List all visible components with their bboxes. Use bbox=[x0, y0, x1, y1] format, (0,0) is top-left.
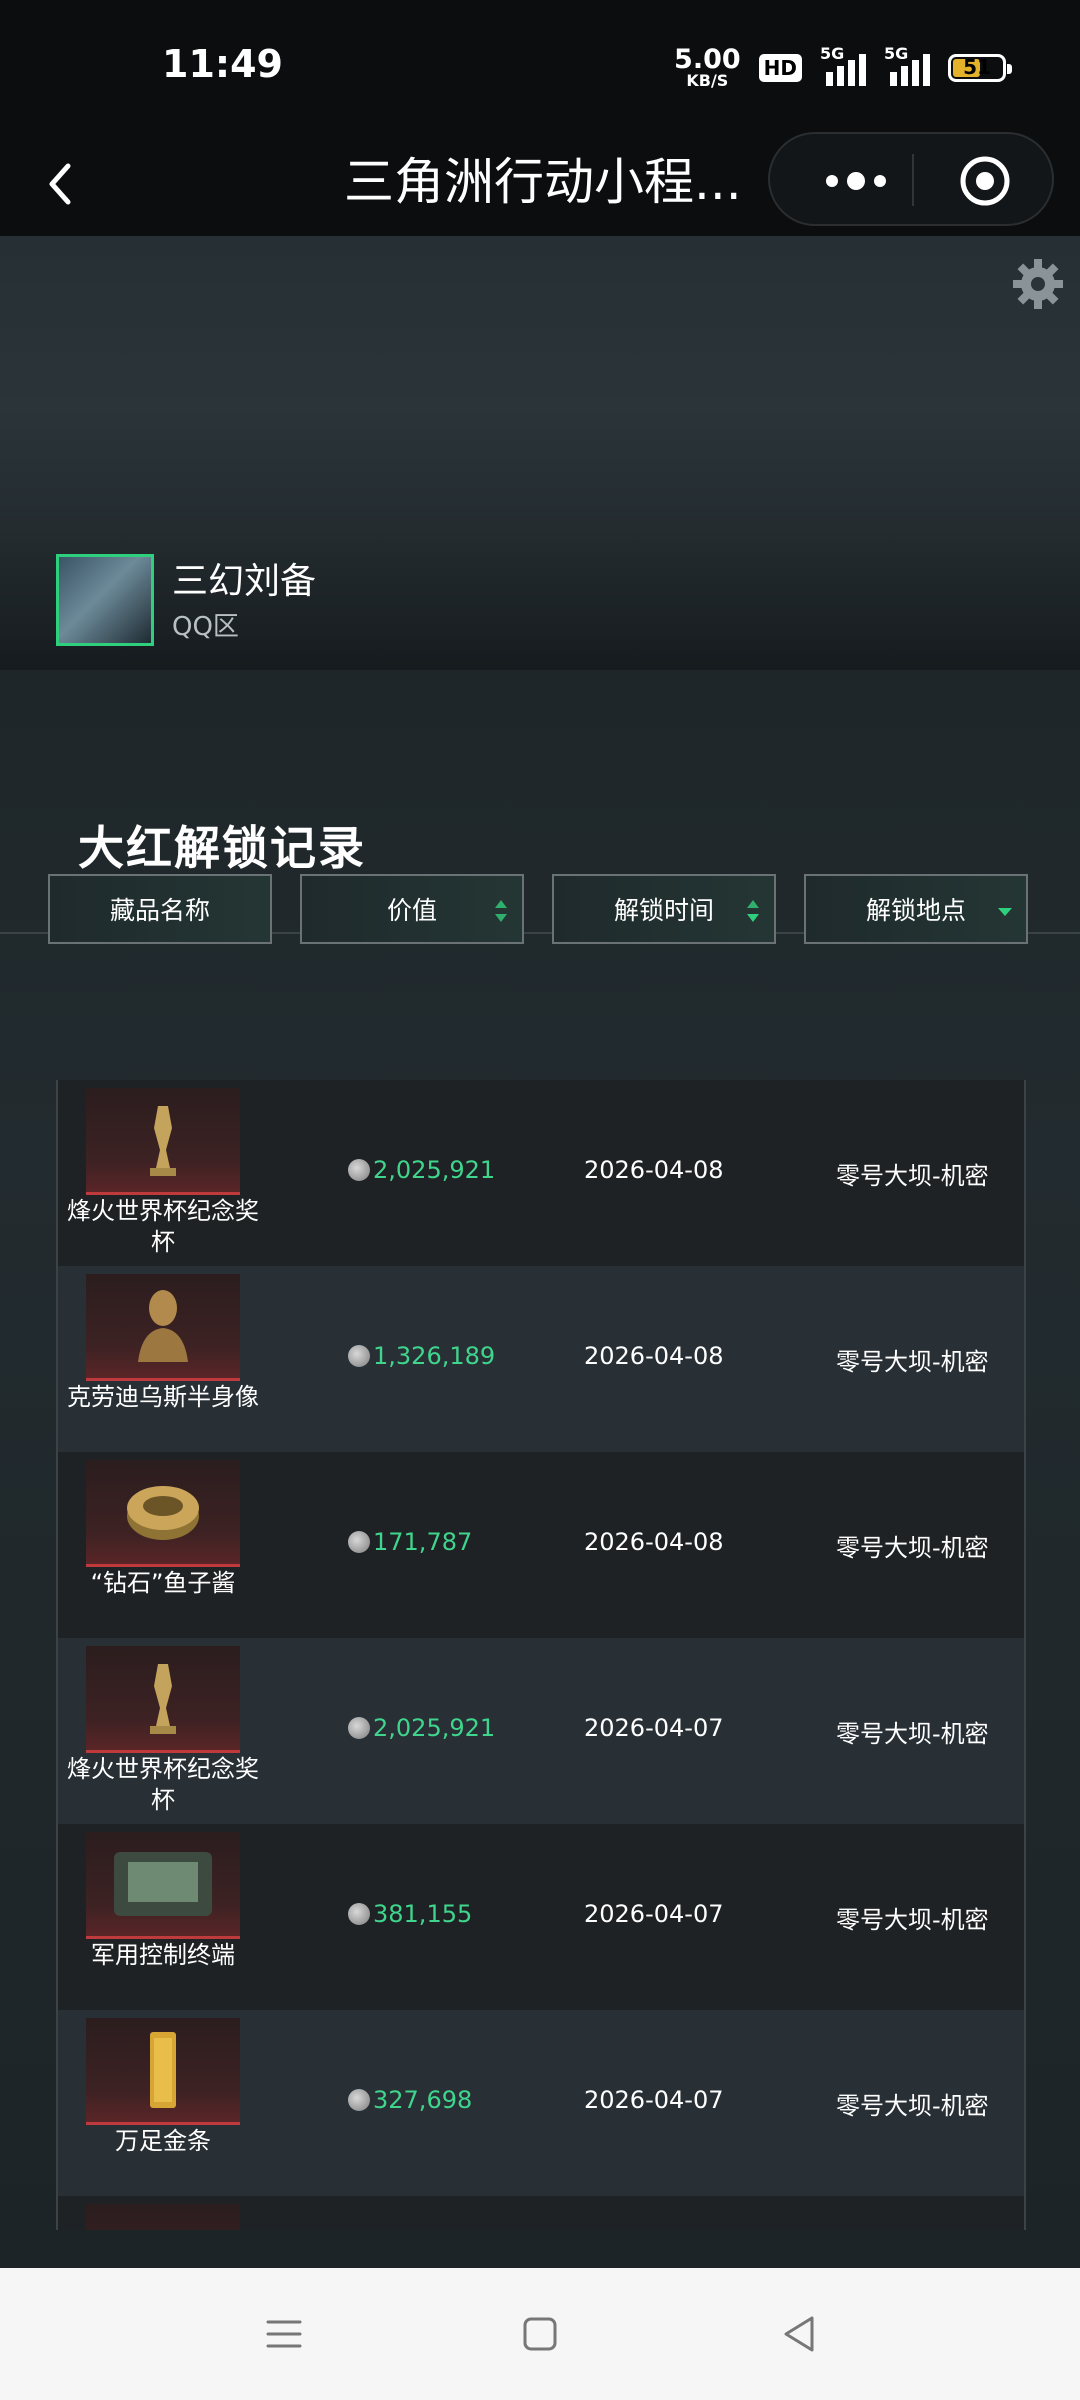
item-name: 烽火世界杯纪念奖杯 bbox=[67, 1755, 259, 1814]
unlock-location: 零号大坝-机密 bbox=[836, 1720, 989, 1748]
battery-icon: 51 bbox=[948, 53, 1012, 82]
trophy-icon bbox=[150, 1106, 176, 1176]
coin-icon bbox=[348, 1345, 370, 1367]
records-table: 烽火世界杯纪念奖杯 2,025,921 2026-04-08 零号大坝-机密 克… bbox=[56, 1080, 1026, 2230]
unlock-date: 2026-04-08 bbox=[584, 1342, 724, 1370]
item-thumbnail bbox=[86, 1088, 240, 1195]
item-value: 381,155 bbox=[348, 1900, 472, 1928]
filter-bar: 藏品名称 价值 解锁时间 解锁地点 bbox=[48, 874, 1080, 946]
avatar bbox=[56, 554, 154, 646]
signal-icon-2: 5G bbox=[884, 44, 930, 86]
signal-label-2: 5G bbox=[884, 43, 909, 63]
unlock-date: 2026-04-08 bbox=[584, 1156, 724, 1184]
item-value: 327,698 bbox=[348, 2086, 472, 2114]
item-value: 2,025,921 bbox=[348, 1714, 495, 1742]
player-name: 三幻刘备 bbox=[172, 561, 317, 602]
filter-location-button[interactable]: 解锁地点 bbox=[804, 874, 1028, 944]
status-icons: 5.00 KB/S HD 5G 5G 51 bbox=[674, 44, 1012, 89]
unlock-date: 2026-04-08 bbox=[584, 1528, 724, 1556]
player-zone: QQ区 bbox=[172, 612, 239, 642]
trophy-icon bbox=[150, 1664, 176, 1734]
unlock-date: 2026-04-07 bbox=[584, 2086, 724, 2114]
net-speed-unit: KB/S bbox=[686, 71, 729, 90]
filter-name-label: 藏品名称 bbox=[109, 896, 210, 925]
coin-icon bbox=[348, 1159, 370, 1181]
mini-program-titlebar: 三角洲行动小程... bbox=[0, 132, 1080, 236]
unlock-date: 2026-04-07 bbox=[584, 1900, 724, 1928]
back-icon[interactable] bbox=[778, 2312, 822, 2356]
item-thumbnail bbox=[86, 1832, 240, 1939]
back-arrow-icon[interactable] bbox=[40, 148, 100, 218]
terminal-icon bbox=[114, 1852, 212, 1916]
item-thumbnail bbox=[86, 1460, 240, 1567]
gold-bar-icon bbox=[150, 2032, 176, 2108]
page-title: 三角洲行动小程... bbox=[344, 153, 742, 211]
table-row[interactable]: 万足金条 327,698 2026-04-07 零号大坝-机密 bbox=[58, 2010, 1024, 2196]
menu-icon[interactable] bbox=[262, 2312, 306, 2356]
battery-level: 51 bbox=[963, 54, 991, 79]
unlock-location: 零号大坝-机密 bbox=[836, 1534, 989, 1562]
coin-icon bbox=[348, 1717, 370, 1739]
signal-icon: 5G bbox=[820, 44, 866, 86]
sort-value-label: 价值 bbox=[386, 896, 437, 925]
item-thumbnail bbox=[86, 1646, 240, 1753]
caviar-tin-icon bbox=[127, 1486, 199, 1540]
filter-name-button[interactable]: 藏品名称 bbox=[48, 874, 272, 944]
chevron-down-icon bbox=[998, 908, 1012, 916]
net-speed: 5.00 KB/S bbox=[674, 46, 741, 89]
sort-icon bbox=[747, 900, 759, 922]
table-row[interactable]: 军用控制终端 381,155 2026-04-07 零号大坝-机密 bbox=[58, 1824, 1024, 2010]
item-value: 171,787 bbox=[348, 1528, 472, 1556]
item-value: 2,025,921 bbox=[348, 1156, 495, 1184]
unlock-location: 零号大坝-机密 bbox=[836, 1906, 989, 1934]
sort-value-button[interactable]: 价值 bbox=[300, 874, 524, 944]
table-row[interactable]: “钻石”鱼子酱 171,787 2026-04-08 零号大坝-机密 bbox=[58, 1452, 1024, 1638]
status-time: 11:49 bbox=[162, 42, 283, 86]
item-thumbnail bbox=[86, 1274, 240, 1381]
coin-icon bbox=[348, 2089, 370, 2111]
unlock-date: 2026-04-07 bbox=[584, 1714, 724, 1742]
capsule-menu bbox=[768, 132, 1054, 226]
coin-icon bbox=[348, 1903, 370, 1925]
sort-icon bbox=[495, 900, 507, 922]
profile-banner: 三幻刘备 QQ区 bbox=[0, 236, 1080, 670]
item-value: 1,326,189 bbox=[348, 1342, 495, 1370]
home-icon[interactable] bbox=[518, 2312, 562, 2356]
item-thumbnail bbox=[86, 2204, 240, 2230]
item-name: 烽火世界杯纪念奖杯 bbox=[67, 1197, 259, 1256]
sort-time-button[interactable]: 解锁时间 bbox=[552, 874, 776, 944]
unlock-location: 零号大坝-机密 bbox=[836, 1348, 989, 1376]
unlock-location: 零号大坝-机密 bbox=[836, 1162, 989, 1190]
sort-time-label: 解锁时间 bbox=[613, 896, 714, 925]
section-title: 大红解锁记录 bbox=[78, 821, 366, 875]
status-bar: 11:49 5.00 KB/S HD 5G 5G 51 bbox=[0, 0, 1080, 132]
net-speed-value: 5.00 bbox=[674, 44, 741, 75]
coin-icon bbox=[348, 1531, 370, 1553]
table-row[interactable]: 克劳迪乌斯半身像 1,326,189 2026-04-08 零号大坝-机密 bbox=[58, 1266, 1024, 1452]
hd-icon: HD bbox=[758, 53, 802, 82]
gear-icon[interactable] bbox=[1010, 256, 1066, 312]
unlock-location: 零号大坝-机密 bbox=[836, 2092, 989, 2120]
more-icon[interactable] bbox=[810, 164, 920, 198]
system-nav-bar bbox=[0, 2268, 1080, 2400]
item-name: 克劳迪乌斯半身像 bbox=[67, 1383, 259, 1411]
table-row[interactable] bbox=[58, 2196, 1024, 2230]
table-row[interactable]: 烽火世界杯纪念奖杯 2,025,921 2026-04-08 零号大坝-机密 bbox=[58, 1080, 1024, 1266]
filter-location-label: 解锁地点 bbox=[865, 896, 966, 925]
close-miniprogram-icon[interactable] bbox=[958, 154, 1012, 208]
signal-label: 5G bbox=[820, 43, 845, 63]
item-name: “钻石”鱼子酱 bbox=[90, 1569, 236, 1597]
item-thumbnail bbox=[86, 2018, 240, 2125]
records-section: 大红解锁记录 藏品名称 价值 解锁时间 解锁地点 烽火世界杯纪念奖杯 2,025… bbox=[0, 670, 1080, 2270]
table-row[interactable]: 烽火世界杯纪念奖杯 2,025,921 2026-04-07 零号大坝-机密 bbox=[58, 1638, 1024, 1824]
item-name: 万足金条 bbox=[115, 2127, 211, 2155]
bust-icon bbox=[138, 1290, 188, 1362]
item-name: 军用控制终端 bbox=[91, 1941, 235, 1969]
